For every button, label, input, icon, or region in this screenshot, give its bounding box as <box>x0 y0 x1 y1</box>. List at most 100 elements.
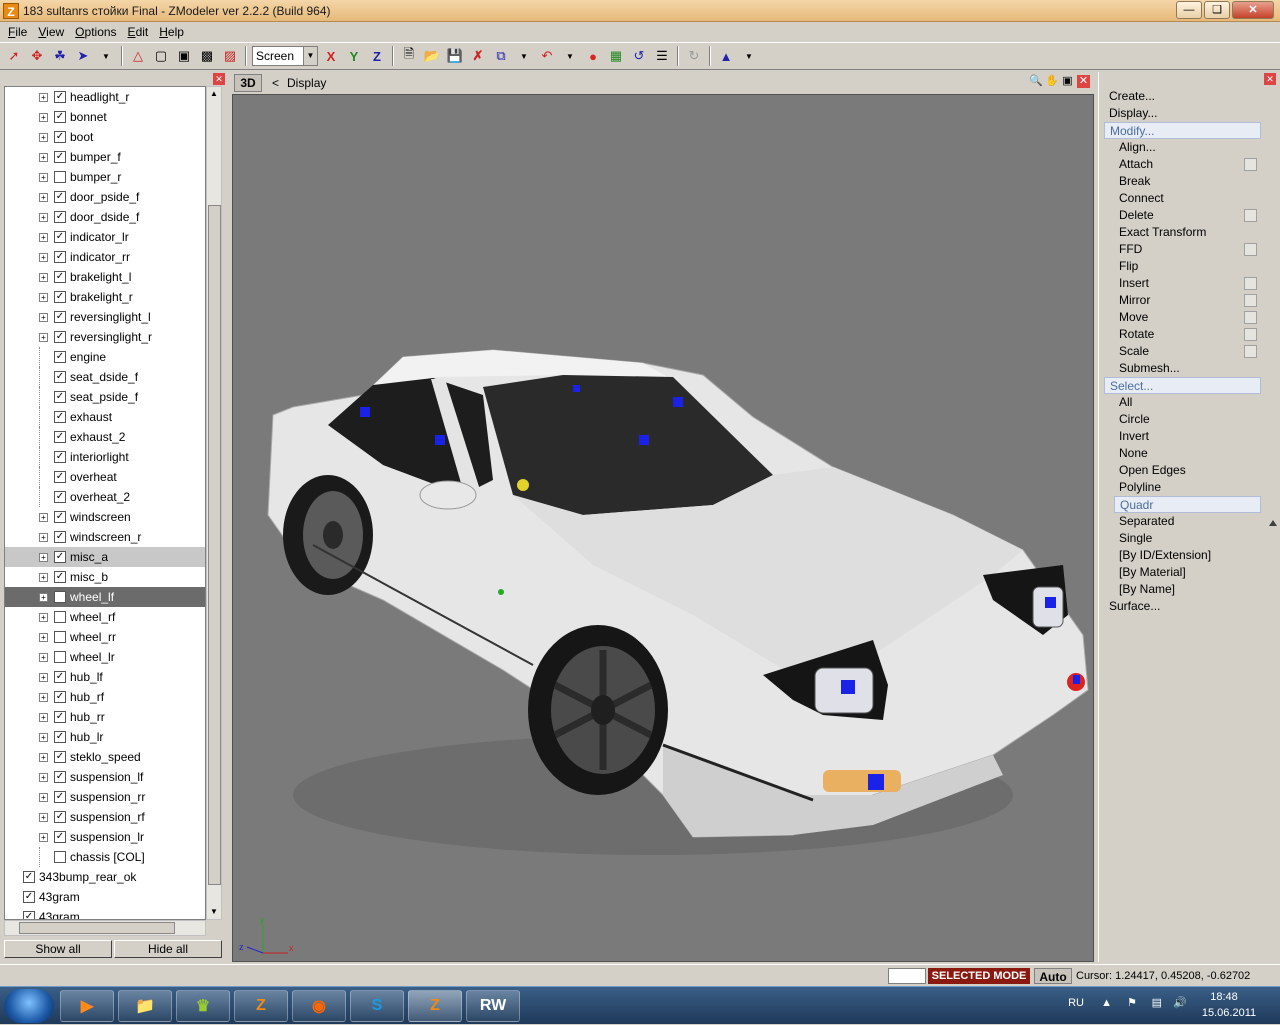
tree-item[interactable]: + ✓ suspension_rf <box>5 807 205 827</box>
axis-z-button[interactable]: Z <box>367 46 387 66</box>
select-tool-icon[interactable]: ➚ <box>4 46 24 66</box>
3d-viewport[interactable]: y x z <box>232 94 1094 962</box>
notes-icon[interactable]: ☰ <box>652 46 672 66</box>
command-item[interactable]: Connect <box>1114 190 1261 207</box>
tree-vertical-scrollbar[interactable]: ▲ ▼ <box>206 86 222 920</box>
visibility-checkbox[interactable]: ✓ <box>54 771 66 783</box>
undo-icon[interactable]: ↺ <box>629 46 649 66</box>
render-icon[interactable]: ▲ <box>716 46 736 66</box>
expand-icon[interactable]: + <box>39 812 48 822</box>
command-item[interactable]: Insert <box>1114 275 1261 292</box>
expand-icon[interactable]: + <box>39 792 48 802</box>
tree-item[interactable]: + wheel_lf <box>5 587 205 607</box>
expand-icon[interactable]: + <box>39 172 48 182</box>
options-box-icon[interactable] <box>1244 277 1257 290</box>
visibility-checkbox[interactable]: ✓ <box>54 371 66 383</box>
network-icon[interactable]: ▤ <box>1152 996 1162 1009</box>
command-item[interactable]: Move <box>1114 309 1261 326</box>
volume-icon[interactable]: 🔊 <box>1173 996 1187 1009</box>
menu-file[interactable]: File <box>8 25 27 39</box>
visibility-checkbox[interactable] <box>54 851 66 863</box>
game-launcher-icon[interactable]: ♛ <box>176 990 230 1022</box>
visibility-checkbox[interactable]: ✓ <box>54 491 66 503</box>
expand-icon[interactable]: + <box>39 512 48 522</box>
move-tool-icon[interactable]: ✥ <box>27 46 47 66</box>
tree-item[interactable]: + ✓ reversinglight_r <box>5 327 205 347</box>
texture-icon[interactable]: ▦ <box>606 46 626 66</box>
expand-icon[interactable]: + <box>39 672 48 682</box>
visibility-checkbox[interactable]: ✓ <box>54 211 66 223</box>
command-item[interactable]: [By Material] <box>1114 564 1261 581</box>
visibility-checkbox[interactable]: ✓ <box>23 911 35 919</box>
command-item[interactable]: Delete <box>1114 207 1261 224</box>
options-box-icon[interactable] <box>1244 328 1257 341</box>
tree-item[interactable]: ✓ overheat <box>5 467 205 487</box>
command-item[interactable]: Surface... <box>1104 598 1261 615</box>
command-item[interactable]: Display... <box>1104 105 1261 122</box>
command-item[interactable]: Align... <box>1114 139 1261 156</box>
visibility-checkbox[interactable]: ✓ <box>54 551 66 563</box>
language-indicator[interactable]: RU <box>1068 997 1084 1009</box>
visibility-checkbox[interactable]: ✓ <box>54 151 66 163</box>
scroll-up-icon[interactable]: ▲ <box>207 87 221 101</box>
tree-item[interactable]: + wheel_rr <box>5 627 205 647</box>
options-box-icon[interactable] <box>1244 345 1257 358</box>
visibility-checkbox[interactable] <box>54 611 66 623</box>
command-item[interactable]: Submesh... <box>1114 360 1261 377</box>
view-mode-button[interactable]: 3D <box>234 74 262 92</box>
visibility-checkbox[interactable]: ✓ <box>54 271 66 283</box>
tree-item[interactable]: + ✓ brakelight_r <box>5 287 205 307</box>
menu-options[interactable]: Options <box>75 25 116 39</box>
tree-item[interactable]: ✓ 343bump_rear_ok <box>5 867 205 887</box>
redo-icon[interactable]: ↻ <box>684 46 704 66</box>
record-icon[interactable]: ● <box>583 46 603 66</box>
visibility-checkbox[interactable]: ✓ <box>54 511 66 523</box>
visibility-checkbox[interactable]: ✓ <box>54 671 66 683</box>
selected-mode-indicator[interactable]: SELECTED MODE <box>928 968 1030 984</box>
save-icon[interactable]: 💾 <box>445 46 465 66</box>
zoom-icon[interactable]: 🔍 <box>1029 75 1043 88</box>
expand-icon[interactable]: + <box>39 832 48 842</box>
start-button[interactable] <box>4 989 54 1023</box>
tree-item[interactable]: + ✓ steklo_speed <box>5 747 205 767</box>
visibility-checkbox[interactable]: ✓ <box>54 791 66 803</box>
tree-item[interactable]: ✓ seat_pside_f <box>5 387 205 407</box>
tree-horizontal-scrollbar[interactable] <box>4 920 206 936</box>
undo-history-icon[interactable]: ↶ <box>537 46 557 66</box>
visibility-checkbox[interactable]: ✓ <box>54 471 66 483</box>
tree-item[interactable]: ✓ interiorlight <box>5 447 205 467</box>
hide-all-button[interactable]: Hide all <box>114 940 222 958</box>
expand-icon[interactable]: + <box>39 212 48 222</box>
command-item[interactable]: FFD <box>1114 241 1261 258</box>
visibility-checkbox[interactable]: ✓ <box>54 311 66 323</box>
visibility-checkbox[interactable]: ✓ <box>54 291 66 303</box>
expand-icon[interactable]: + <box>39 572 48 582</box>
command-item[interactable]: All <box>1114 394 1261 411</box>
axis-y-button[interactable]: Y <box>344 46 364 66</box>
scroll-thumb[interactable] <box>19 922 175 934</box>
expand-icon[interactable]: + <box>39 112 48 122</box>
expand-icon[interactable]: + <box>39 192 48 202</box>
options-box-icon[interactable] <box>1244 209 1257 222</box>
visibility-checkbox[interactable] <box>54 631 66 643</box>
restore-button[interactable]: ❑ <box>1204 1 1230 19</box>
tree-item[interactable]: ✓ 43gram <box>5 907 205 919</box>
panel-scroll-arrows[interactable] <box>1268 72 1278 962</box>
expand-icon[interactable]: + <box>39 152 48 162</box>
visibility-checkbox[interactable]: ✓ <box>54 531 66 543</box>
tree-item[interactable]: + ✓ boot <box>5 127 205 147</box>
command-item[interactable]: Select... <box>1104 377 1261 394</box>
tree-item[interactable]: + ✓ suspension_lr <box>5 827 205 847</box>
expand-icon[interactable]: + <box>39 312 48 322</box>
command-item[interactable]: Exact Transform <box>1114 224 1261 241</box>
scroll-thumb[interactable] <box>208 205 221 885</box>
visibility-checkbox[interactable]: ✓ <box>54 131 66 143</box>
command-item[interactable]: [By ID/Extension] <box>1114 547 1261 564</box>
maximize-viewport-icon[interactable]: ▣ <box>1061 75 1074 88</box>
tree-item[interactable]: + ✓ bumper_f <box>5 147 205 167</box>
menu-view[interactable]: View <box>38 25 64 39</box>
visibility-checkbox[interactable]: ✓ <box>54 691 66 703</box>
tree-item[interactable]: + ✓ indicator_lr <box>5 227 205 247</box>
visibility-checkbox[interactable]: ✓ <box>54 431 66 443</box>
command-item[interactable]: Mirror <box>1114 292 1261 309</box>
